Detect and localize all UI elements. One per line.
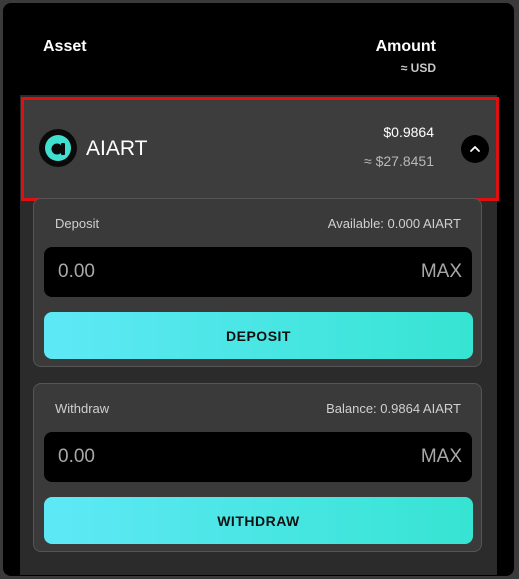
withdraw-max-button[interactable]: MAX	[421, 432, 462, 482]
deposit-max-button[interactable]: MAX	[421, 247, 462, 297]
deposit-label: Deposit	[55, 216, 100, 231]
deposit-button[interactable]: DEPOSIT	[44, 312, 473, 359]
withdraw-label: Withdraw	[55, 401, 110, 416]
withdraw-balance: Balance: 0.9864 AIART	[326, 401, 461, 416]
asset-name: AIART	[86, 137, 148, 160]
collapse-button[interactable]	[461, 135, 489, 163]
withdraw-card: Withdraw Balance: 0.9864 AIART MAX WITHD…	[33, 383, 482, 552]
amount-column-header: Amount	[375, 38, 436, 55]
deposit-card: Deposit Available: 0.000 AIART MAX DEPOS…	[33, 198, 482, 367]
usd-column-subheader: ≈ USD	[400, 61, 436, 75]
withdraw-input-box: MAX	[44, 432, 472, 482]
asset-price: $0.9864	[383, 124, 434, 140]
aiart-logo-icon	[39, 129, 77, 167]
asset-row-aiart[interactable]: AIART $0.9864 ≈ $27.8451	[21, 97, 499, 201]
deposit-input-box: MAX	[44, 247, 472, 297]
withdraw-button[interactable]: WITHDRAW	[44, 497, 473, 544]
deposit-amount-input[interactable]	[58, 247, 388, 297]
withdraw-amount-input[interactable]	[58, 432, 388, 482]
deposit-available: Available: 0.000 AIART	[327, 216, 461, 231]
asset-column-header: Asset	[43, 38, 87, 55]
asset-usd-value: ≈ $27.8451	[364, 153, 434, 169]
chevron-up-icon	[470, 146, 480, 152]
